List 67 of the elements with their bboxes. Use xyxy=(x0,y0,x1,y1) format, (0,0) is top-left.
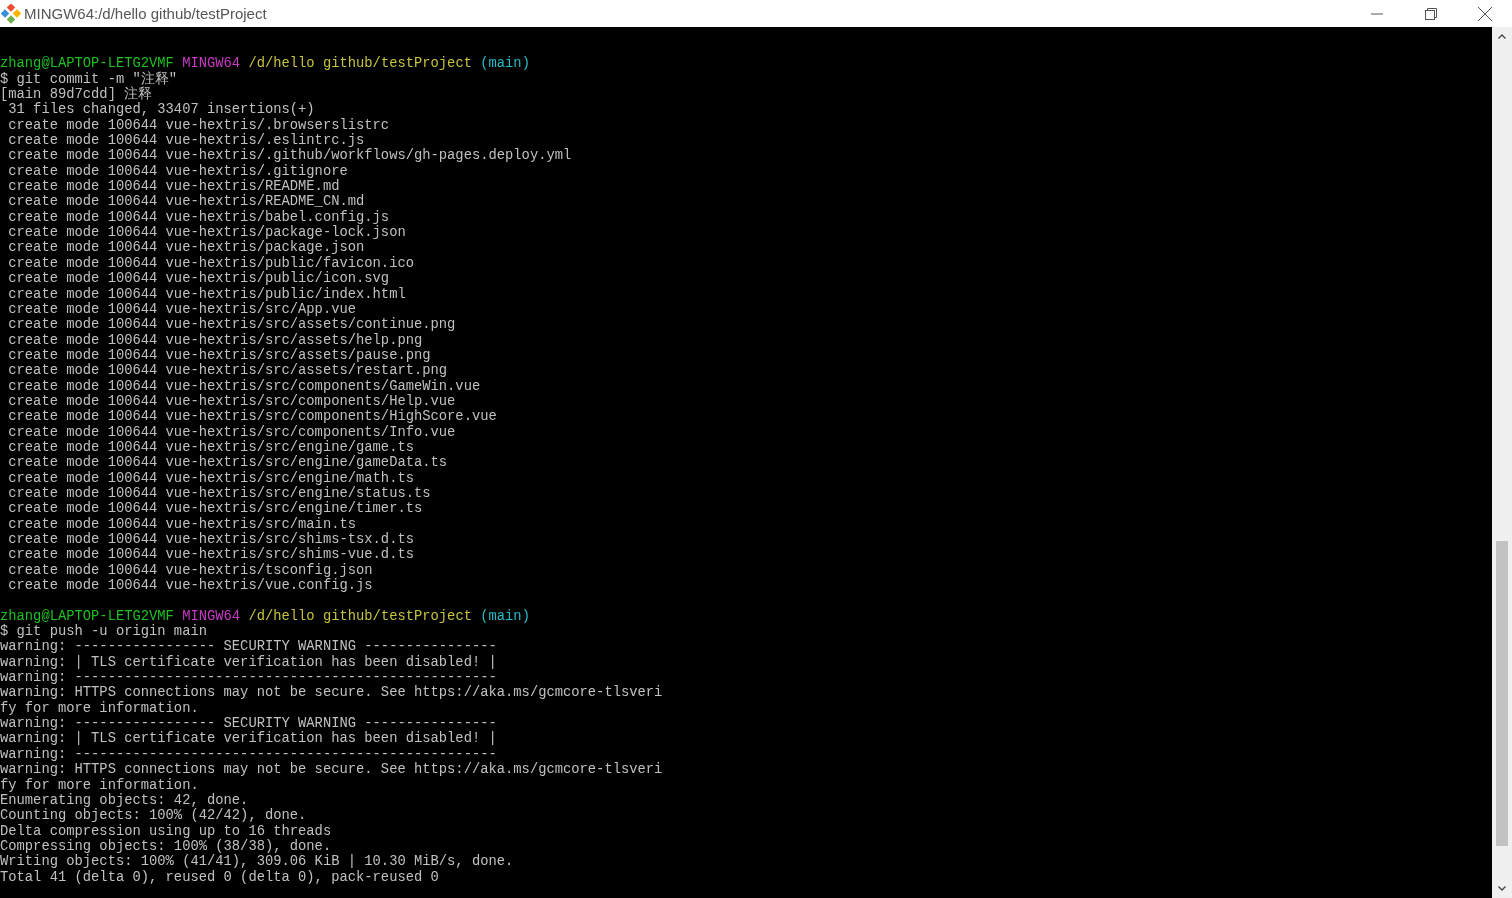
restore-icon[interactable] xyxy=(1425,7,1437,20)
prompt-system: MINGW64 xyxy=(182,56,241,72)
terminal-line: create mode 100644 vue-hextris/src/main.ts xyxy=(7,516,357,532)
scrollbar-thumb[interactable] xyxy=(1496,541,1508,846)
terminal-line: create mode 100644 vue-hextris/src/App.vue xyxy=(7,301,357,317)
terminal-line: create mode 100644 vue-hextris/src/assets/restart.png xyxy=(7,363,448,379)
terminal-line: create mode 100644 vue-hextris/src/assets/pause.png xyxy=(7,347,431,363)
prompt-user: zhang@LAPTOP-LETG2VMF xyxy=(0,608,174,624)
prompt-path: /d/hello github/testProject xyxy=(248,56,472,72)
terminal-line: 31 files changed, 33407 insertions(+) xyxy=(7,102,315,118)
diamond-logo-icon xyxy=(1,3,21,24)
terminal-line: fy for more information. xyxy=(0,700,199,716)
terminal-line: create mode 100644 vue-hextris/public/favicon.ico xyxy=(7,255,414,271)
terminal-line: create mode 100644 vue-hextris/src/components/HighScore.vue xyxy=(7,409,497,425)
prompt-system: MINGW64 xyxy=(182,608,241,624)
terminal-line: create mode 100644 vue-hextris/.github/workflows/gh-pages.deploy.yml xyxy=(7,148,572,164)
terminal-line: create mode 100644 vue-hextris/package.json xyxy=(7,240,365,256)
terminal-line: create mode 100644 vue-hextris/src/assets/help.png xyxy=(7,332,423,348)
terminal-line: create mode 100644 vue-hextris/.browserslistrc xyxy=(7,117,390,133)
terminal-line: create mode 100644 vue-hextris/src/engine/timer.ts xyxy=(7,501,423,517)
terminal-line: warning: --------------------------------------------------- xyxy=(0,670,497,686)
terminal-line: create mode 100644 vue-hextris/.gitignore xyxy=(7,163,348,179)
terminal-line: create mode 100644 vue-hextris/src/engine/game.ts xyxy=(7,439,414,455)
terminal-line: create mode 100644 vue-hextris/babel.config.js xyxy=(7,209,390,225)
prompt-branch: (main) xyxy=(480,608,530,624)
terminal-line: warning: --------------------------------------------------- xyxy=(0,746,497,762)
terminal-line: create mode 100644 vue-hextris/.eslintrc.js xyxy=(7,133,365,149)
scrollbar[interactable] xyxy=(1492,27,1512,898)
terminal-line: Delta compression using up to 16 threads xyxy=(0,823,332,839)
terminal-line: create mode 100644 vue-hextris/src/components/GameWin.vue xyxy=(7,378,481,394)
terminal-line: Compressing objects: 100% (38/38), done. xyxy=(0,838,332,854)
terminal-line: create mode 100644 vue-hextris/src/shims-vue.d.ts xyxy=(7,547,414,563)
terminal-line: Counting objects: 100% (42/42), done. xyxy=(0,808,307,824)
terminal-line: warning: | TLS certificate verification has been disabled! | xyxy=(0,731,497,747)
terminal-line: create mode 100644 vue-hextris/src/components/Help.vue xyxy=(7,393,456,409)
terminal-line: create mode 100644 vue-hextris/package-lock.json xyxy=(7,225,406,241)
terminal-line: create mode 100644 vue-hextris/public/index.html xyxy=(7,286,406,302)
terminal-line: create mode 100644 vue-hextris/public/icon.svg xyxy=(7,271,390,287)
prompt-user: zhang@LAPTOP-LETG2VMF xyxy=(0,56,174,72)
terminal-line: warning: ----------------- SECURITY WARNING ---------------- xyxy=(0,639,497,655)
window-title: MINGW64:/d/hello github/testProject xyxy=(24,5,267,22)
terminal-line: [main 89d7cdd] 注释 xyxy=(0,87,153,103)
scroll-up-icon[interactable] xyxy=(1498,34,1506,39)
terminal-line: create mode 100644 vue-hextris/src/components/Info.vue xyxy=(7,424,456,440)
terminal-line: create mode 100644 vue-hextris/src/engine/gameData.ts xyxy=(7,455,448,471)
terminal-line: create mode 100644 vue-hextris/src/assets/continue.png xyxy=(7,317,456,333)
terminal-line: create mode 100644 vue-hextris/README_CN.md xyxy=(7,194,365,210)
terminal-line: create mode 100644 vue-hextris/vue.config.js xyxy=(7,578,373,594)
terminal-line: $ git push -u origin main xyxy=(0,624,207,640)
terminal-line: $ git commit -m "注释" xyxy=(0,71,178,87)
terminal-line: fy for more information. xyxy=(0,777,199,793)
terminal-line: Enumerating objects: 42, done. xyxy=(0,792,249,808)
terminal-line: Total 41 (delta 0), reused 0 (delta 0), pack-reused 0 xyxy=(0,869,439,885)
terminal-line: warning: HTTPS connections may not be secure. See https://aka.ms/gcmcore-tlsveri xyxy=(0,685,663,701)
terminal-line: warning: HTTPS connections may not be secure. See https://aka.ms/gcmcore-tlsveri xyxy=(0,762,663,778)
scroll-down-icon[interactable] xyxy=(1498,886,1506,891)
terminal-line: Writing objects: 100% (41/41), 309.06 KiB | 10.30 MiB/s, done. xyxy=(0,854,514,870)
terminal-line: create mode 100644 vue-hextris/src/shims-tsx.d.ts xyxy=(7,532,414,547)
terminal-line: create mode 100644 vue-hextris/tsconfig.json xyxy=(7,562,373,578)
close-icon[interactable] xyxy=(1478,6,1492,21)
terminal-line: warning: ----------------- SECURITY WARNING ---------------- xyxy=(0,716,497,732)
terminal-line: create mode 100644 vue-hextris/src/engine/status.ts xyxy=(7,485,431,501)
prompt-path: /d/hello github/testProject xyxy=(248,608,472,624)
terminal-line: create mode 100644 vue-hextris/src/engine/math.ts xyxy=(7,470,414,486)
terminal-line: warning: | TLS certificate verification has been disabled! | xyxy=(0,654,497,670)
prompt-branch: (main) xyxy=(480,56,530,72)
terminal-line: create mode 100644 vue-hextris/README.md xyxy=(7,179,340,195)
